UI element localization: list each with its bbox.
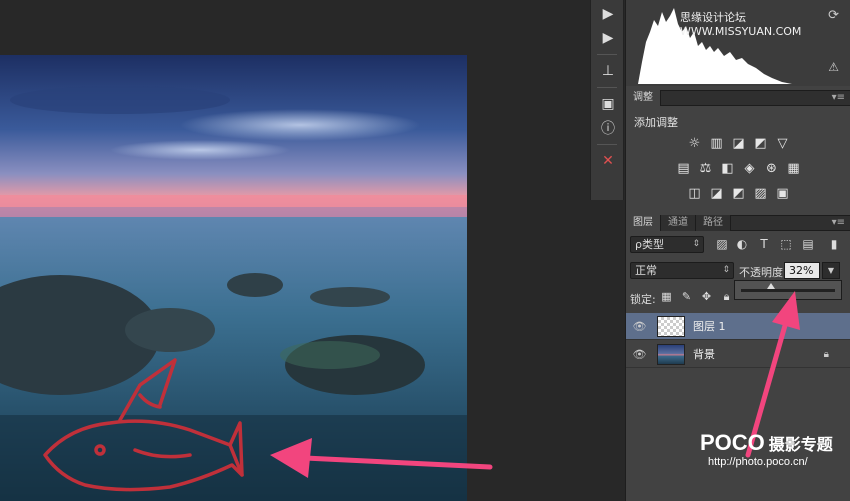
watermark-site: 思缘设计论坛 WWW.MISSYUAN.COM (680, 11, 802, 38)
poco-logo: POCO (700, 430, 765, 455)
tab-paths[interactable]: 路径 (696, 215, 731, 231)
adjustment-icon[interactable]: ◈ (741, 160, 758, 177)
lock-label: 锁定: (630, 293, 656, 306)
adjustment-icon[interactable]: ◫ (686, 185, 703, 202)
panel-menu-icon[interactable]: ▾≡ (832, 92, 845, 103)
image-filter-icon[interactable]: ▨ (714, 236, 730, 252)
info-icon[interactable]: ⓘ (591, 116, 625, 140)
lock-position-icon[interactable]: ✥ (700, 290, 713, 303)
adjustment-icon[interactable]: ☼ (686, 135, 703, 152)
watermark-poco: POCO 摄影专题 (700, 430, 833, 456)
tab-channels[interactable]: 通道 (661, 215, 696, 231)
layer-filter-select[interactable]: ρ类型 ⇕ (630, 236, 704, 253)
adjustments-title: 添加调整 (634, 116, 678, 129)
divider (597, 144, 617, 145)
adjustment-icons-row: ▤ ⚖ ◧ ◈ ⊛ ▦ (626, 160, 850, 177)
lock-transparent-icon[interactable]: ▦ (660, 290, 673, 303)
layer-comps-icon[interactable]: ▣ (591, 92, 625, 116)
chevron-down-icon: ⇕ (722, 265, 730, 275)
poco-title: 摄影专题 (768, 435, 833, 454)
opacity-label: 不透明度: (739, 266, 787, 279)
chevron-down-icon: ⇕ (692, 239, 700, 249)
adjustments-tabbar: 调整 ▾≡ (626, 90, 850, 106)
layer-row[interactable]: 👁︎ 背景 🔒︎ (626, 341, 850, 368)
adjustment-filter-icon[interactable]: ◐ (734, 236, 750, 252)
filter-select-value: ρ类型 (635, 238, 664, 251)
opacity-input[interactable]: 32% (784, 262, 820, 279)
adjustment-icon[interactable]: ▽ (774, 135, 791, 152)
shape-filter-icon[interactable]: ⬚ (778, 236, 794, 252)
document-canvas[interactable] (0, 55, 467, 501)
close-tools-icon[interactable]: ✕ (591, 149, 625, 173)
opacity-dropdown-button[interactable]: ▼ (822, 262, 840, 279)
adjustment-icon[interactable]: ⊛ (763, 160, 780, 177)
play-action-icon[interactable]: ▶ (591, 26, 625, 50)
blend-mode-value: 正常 (635, 264, 657, 277)
panel-icon-strip: ▶ ▶ ⊥ ▣ ⓘ ✕ (590, 0, 624, 200)
tab-layers[interactable]: 图层 (626, 215, 661, 231)
adjustment-icon[interactable]: ▦ (785, 160, 802, 177)
layers-tabbar: 图层 通道 路径 ▾≡ (626, 215, 850, 231)
blend-mode-select[interactable]: 正常 ⇕ (630, 262, 734, 279)
adjustment-icon[interactable]: ◩ (730, 185, 747, 202)
opacity-slider-track[interactable] (741, 289, 835, 292)
lock-icon: 🔒︎ (823, 348, 829, 360)
warning-icon[interactable]: ⚠ (828, 60, 839, 74)
eye-icon[interactable]: 👁︎ (626, 348, 653, 361)
adjustment-icon[interactable]: ▣ (774, 185, 791, 202)
opacity-slider-popup[interactable] (734, 280, 842, 300)
seascape-photo (0, 55, 467, 501)
opacity-slider-thumb[interactable] (767, 283, 776, 289)
layer-row[interactable]: 👁︎ 图层 1 (626, 313, 850, 340)
type-filter-icon[interactable]: T (756, 236, 772, 252)
poco-url: http://photo.poco.cn/ (708, 456, 808, 468)
panel-menu-icon[interactable]: ▾≡ (832, 217, 845, 228)
right-panel-dock: ⟳ ⚠ 调整 ▾≡ 添加调整 ☼ ▥ ◪ ◩ ▽ ▤ ⚖ ◧ ◈ ⊛ ▦ ◫ ◪ ◩ ▨ ▣ 图层 通道 … (625, 0, 850, 501)
adjustment-icon[interactable]: ▨ (752, 185, 769, 202)
layer-name: 图层 1 (693, 320, 726, 333)
divider (597, 54, 617, 55)
lock-image-icon[interactable]: ✎ (680, 290, 693, 303)
adjustment-icons-row: ◫ ◪ ◩ ▨ ▣ (626, 185, 850, 202)
adjustment-icon[interactable]: ▥ (708, 135, 725, 152)
adjustment-icon[interactable]: ▤ (675, 160, 692, 177)
lock-all-icon[interactable]: 🔒︎ (720, 290, 733, 303)
document-workspace (0, 0, 578, 501)
adjustment-icons-row: ☼ ▥ ◪ ◩ ▽ (626, 135, 850, 152)
stamp-icon[interactable]: ⊥ (591, 59, 625, 83)
filter-toggle-icon[interactable]: ▮ (826, 236, 842, 252)
adjustment-icon[interactable]: ◩ (752, 135, 769, 152)
smart-object-filter-icon[interactable]: ▤ (800, 236, 816, 252)
adjustment-icon[interactable]: ◧ (719, 160, 736, 177)
play-icon[interactable]: ▶ (591, 2, 625, 26)
eye-icon[interactable]: 👁︎ (626, 320, 653, 333)
divider (597, 87, 617, 88)
layer-name: 背景 (693, 348, 715, 361)
tab-adjustments[interactable]: 调整 (626, 90, 661, 106)
adjustment-icon[interactable]: ⚖ (697, 160, 714, 177)
adjustment-icon[interactable]: ◪ (730, 135, 747, 152)
adjustment-icon[interactable]: ◪ (708, 185, 725, 202)
layer-thumbnail (657, 343, 685, 365)
layer-thumbnail (657, 315, 685, 337)
